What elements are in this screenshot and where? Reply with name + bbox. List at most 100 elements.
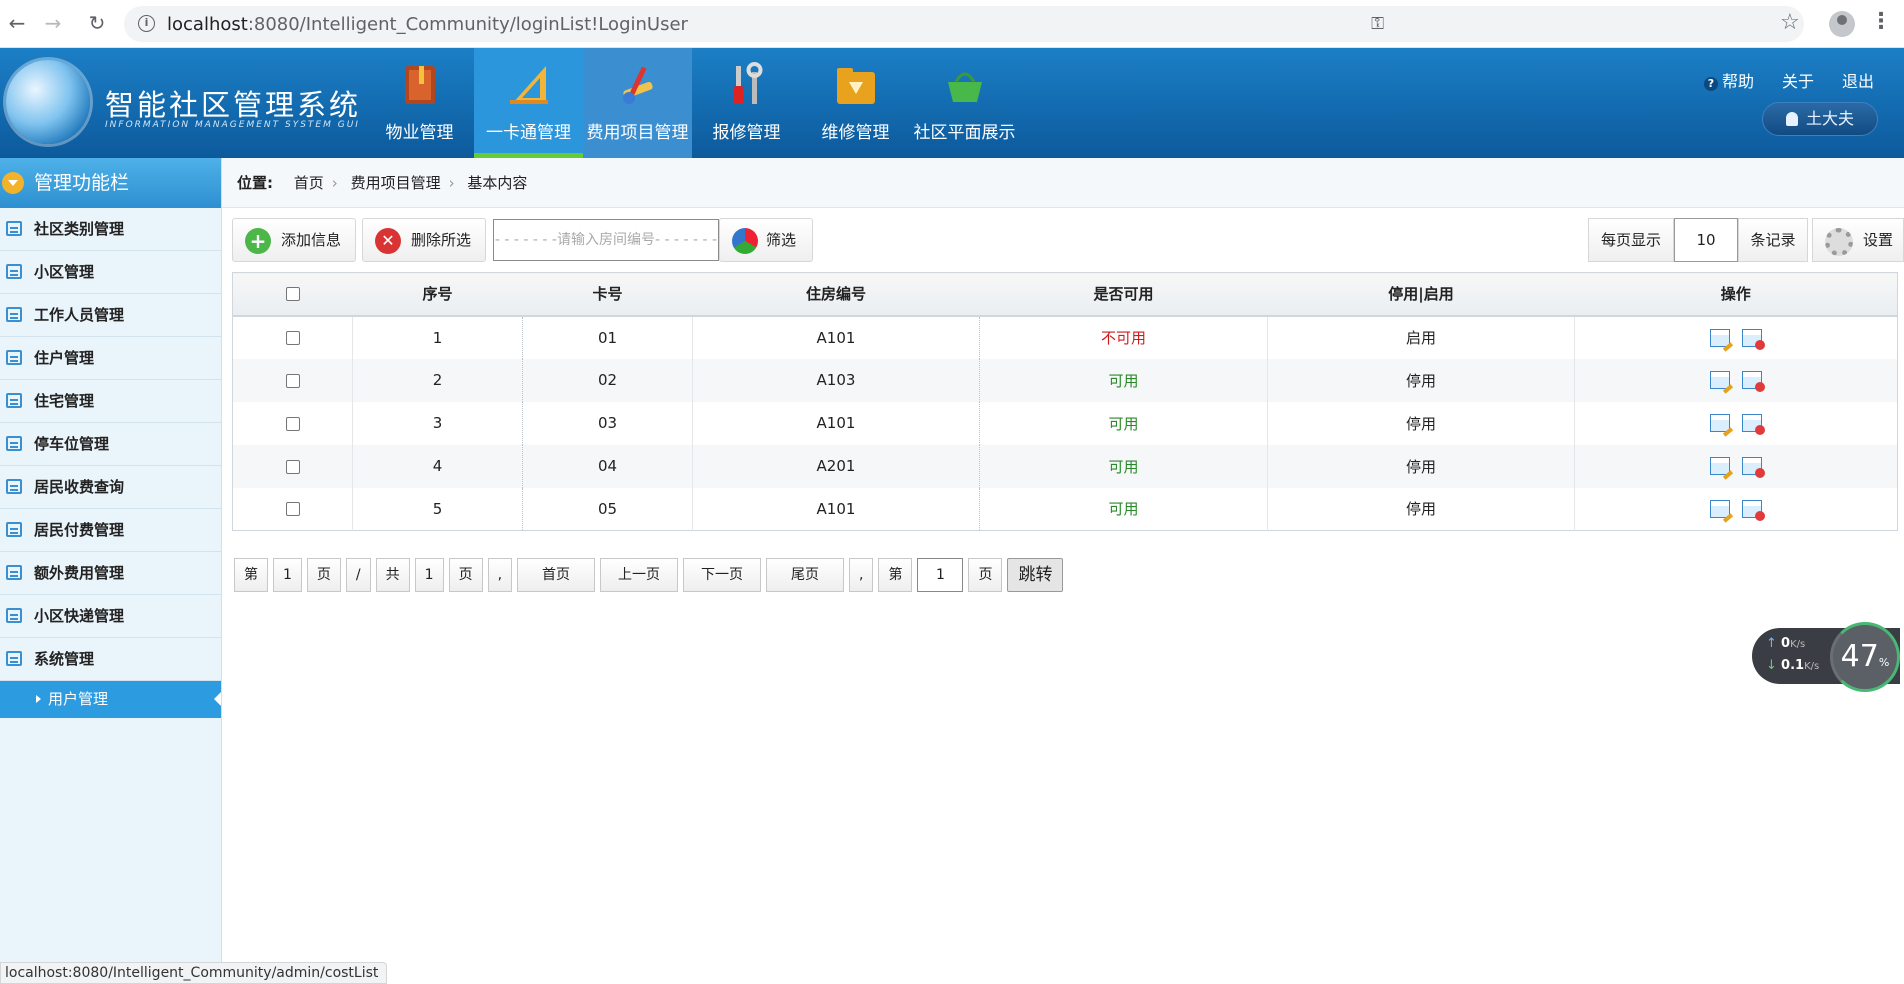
about-link[interactable]: 关于 [1782, 68, 1814, 92]
pager-di2: 第 [878, 558, 913, 592]
delete-row-icon[interactable] [1742, 371, 1765, 393]
cell-index: 3 [352, 401, 523, 445]
pager-gong: 共 [375, 558, 410, 592]
toolbar: + 添加信息 ✕ 删除所选 - - - - - - -请输入房间编号- - - … [232, 218, 1904, 262]
edit-icon[interactable] [1710, 500, 1734, 523]
delete-row-icon[interactable] [1742, 328, 1765, 350]
cell-toggle[interactable]: 启用 [1267, 315, 1575, 359]
network-speed-widget[interactable]: ↑ 0K/s ↓ 0.1K/s 47% [1752, 622, 1900, 692]
breadcrumb-section[interactable]: 费用项目管理 [351, 174, 441, 192]
status-bar-url: localhost:8080/Intelligent_Community/adm… [0, 962, 388, 984]
room-search-input[interactable]: - - - - - - -请输入房间编号- - - - - - - [493, 219, 719, 261]
last-page-button[interactable]: 尾页 [766, 558, 845, 592]
page-jump-input[interactable]: 1 [917, 558, 964, 592]
nav-repair-report[interactable]: 报修管理 [692, 48, 801, 158]
col-toggle[interactable]: 停用|启用 [1267, 272, 1575, 317]
table-row: 3 03 A101 可用 停用 [233, 401, 1898, 445]
edit-icon[interactable] [1710, 328, 1734, 352]
cell-actions [1574, 401, 1898, 445]
cell-toggle[interactable]: 停用 [1267, 487, 1575, 531]
next-page-button[interactable]: 下一页 [683, 558, 762, 592]
nav-community-map[interactable]: 社区平面展示 [910, 48, 1019, 158]
per-page-input[interactable]: 10 [1674, 218, 1738, 262]
select-all-checkbox[interactable] [285, 287, 300, 302]
row-select-cell [233, 488, 353, 531]
row-checkbox[interactable] [285, 502, 300, 517]
row-checkbox[interactable] [285, 416, 300, 431]
collapse-icon [2, 172, 24, 194]
edit-icon[interactable] [1710, 371, 1734, 394]
cell-toggle[interactable]: 停用 [1267, 444, 1575, 488]
row-select-cell [232, 444, 353, 488]
breadcrumb-home[interactable]: 首页 [294, 174, 324, 192]
cell-card: 02 [522, 358, 693, 402]
ruler-icon [510, 66, 548, 104]
more-menu-icon[interactable]: ⋮ [1870, 9, 1892, 34]
col-index[interactable]: 序号 [352, 272, 523, 317]
user-icon [1785, 112, 1798, 126]
sidebar-item-extra-fees[interactable]: 额外费用管理 [0, 552, 221, 595]
sidebar-item-system[interactable]: 系统管理 [0, 638, 221, 681]
sidebar-item-housing[interactable]: 住宅管理 [0, 380, 221, 423]
nav-property[interactable]: 物业管理 [365, 48, 474, 158]
col-room[interactable]: 住房编号 [692, 272, 980, 317]
sidebar-subitem-users[interactable]: 用户管理 [0, 681, 221, 718]
sidebar-item-community-category[interactable]: 社区类别管理 [0, 208, 221, 251]
cell-available: 可用 [979, 444, 1268, 488]
col-available[interactable]: 是否可用 [979, 272, 1268, 317]
address-bar[interactable]: i localhost:8080/Intelligent_Community/l… [124, 6, 1804, 42]
sidebar-item-residents[interactable]: 住户管理 [0, 337, 221, 380]
prev-page-button[interactable]: 上一页 [600, 558, 679, 592]
logout-link[interactable]: 退出 [1842, 68, 1874, 92]
cell-toggle[interactable]: 停用 [1267, 401, 1575, 445]
nav-card[interactable]: 一卡通管理 [474, 48, 583, 158]
nav-fee-items[interactable]: 费用项目管理 [583, 48, 692, 158]
cell-index: 1 [352, 315, 523, 359]
key-icon[interactable]: ⚿ [1371, 14, 1384, 34]
jump-button[interactable]: 跳转 [1007, 558, 1064, 592]
list-icon [6, 221, 22, 236]
delete-row-icon[interactable] [1742, 414, 1765, 436]
nav-maintenance[interactable]: 维修管理 [801, 48, 910, 158]
sidebar-item-payment[interactable]: 居民付费管理 [0, 509, 221, 552]
row-checkbox[interactable] [285, 373, 300, 388]
site-info-icon[interactable]: i [138, 15, 155, 32]
url-text[interactable]: localhost:8080/Intelligent_Community/log… [167, 14, 688, 35]
reload-icon[interactable]: ↻ [84, 11, 110, 35]
per-page-label: 每页显示 [1588, 218, 1674, 262]
pager-comma: , [487, 558, 513, 592]
user-badge[interactable]: 土大夫 [1762, 102, 1878, 136]
first-page-button[interactable]: 首页 [517, 558, 596, 592]
sidebar-item-parking[interactable]: 停车位管理 [0, 423, 221, 466]
edit-icon[interactable] [1710, 457, 1734, 480]
sidebar-title[interactable]: 管理功能栏 [0, 158, 221, 208]
table-row: 1 01 A101 不可用 启用 [233, 315, 1898, 359]
add-button[interactable]: + 添加信息 [232, 218, 356, 262]
sidebar-item-express[interactable]: 小区快递管理 [0, 595, 221, 638]
delete-selected-button[interactable]: ✕ 删除所选 [362, 218, 486, 262]
app-title: 智能社区管理系统 [105, 88, 362, 122]
col-card[interactable]: 卡号 [522, 272, 693, 317]
breadcrumb-current: 基本内容 [467, 174, 528, 192]
sidebar-item-fee-query[interactable]: 居民收费查询 [0, 466, 221, 509]
bookmark-star-icon[interactable]: ☆ [1780, 10, 1800, 35]
filter-button[interactable]: 筛选 [719, 218, 813, 262]
row-checkbox[interactable] [285, 459, 300, 474]
calendar-icon [6, 436, 22, 451]
delete-row-icon[interactable] [1742, 457, 1765, 479]
forward-icon[interactable]: → [40, 11, 66, 35]
sidebar-item-estate[interactable]: 小区管理 [0, 251, 221, 294]
row-checkbox[interactable] [285, 331, 300, 345]
gear-icon [1825, 228, 1853, 256]
back-icon[interactable]: ← [4, 11, 30, 35]
settings-button[interactable]: 设置 [1812, 218, 1904, 262]
delete-row-icon[interactable] [1742, 500, 1765, 521]
cell-toggle[interactable]: 停用 [1267, 358, 1575, 402]
edit-icon[interactable] [1710, 414, 1734, 437]
download-arrow-icon: ↓ [1766, 658, 1777, 673]
help-link[interactable]: ? 帮助 [1703, 68, 1754, 92]
account-icon[interactable] [1829, 11, 1855, 37]
sidebar-item-staff[interactable]: 工作人员管理 [0, 294, 221, 337]
row-select-cell [232, 358, 353, 402]
delete-icon: ✕ [375, 228, 401, 254]
